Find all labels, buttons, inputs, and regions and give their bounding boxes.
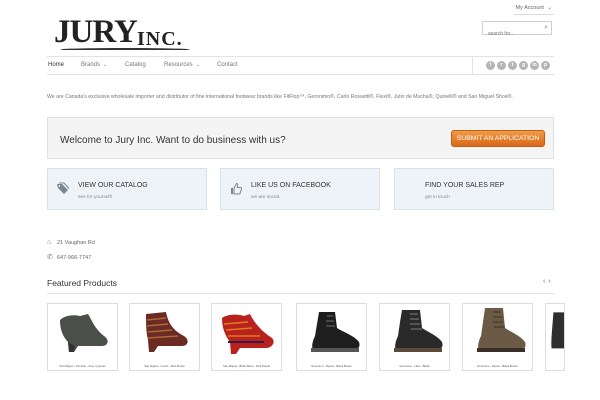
contact-phone: ✆ 647-966-7747 [47,253,91,261]
carousel-arrows: ‹› [543,278,554,285]
top-divider [514,14,554,15]
product-image [394,310,443,352]
linkedin-icon[interactable]: in [530,61,539,70]
product-card-partial[interactable] [545,303,565,371]
product-label: Geronimo - Ryans - Black Brown [477,364,518,368]
featured-products-title: Featured Products [47,278,117,288]
nav-home[interactable]: Home [48,62,64,68]
search-icon[interactable]: ⌕ [544,24,548,32]
phone-text: 647-966-7747 [57,255,92,261]
my-account-menu[interactable]: My Account ⌄ [516,4,552,11]
feature-title: FIND YOUR SALES REP [425,182,505,189]
product-label: San Miguel - Lunch - Red Purple [144,364,185,368]
feature-sales-rep[interactable]: FIND YOUR SALES REP get in touch [394,168,554,210]
address-text: 21 Vaughan Rd [57,240,95,246]
submit-application-button[interactable]: SUBMIT AN APPLICATION [451,130,545,147]
product-label: San Miguel - Bella Wave - Red Purple [223,364,270,368]
product-card[interactable]: Geronimo - Ryans - Black Brown [296,303,367,371]
feature-facebook[interactable]: LIKE US ON FACEBOOK we are social. [220,168,380,210]
chevron-down-icon: ⌄ [546,5,552,11]
feature-subtitle: get in touch [425,195,450,200]
nav-resources[interactable]: Resources ⌄ [164,62,200,68]
chevron-down-icon: ⌄ [103,62,108,68]
product-label: San Miguel - Ponchie - Grey Cypress [59,364,106,368]
product-image [477,308,526,352]
nav-home-label: Home [48,62,65,68]
logo-word-jury: JURY [54,14,138,50]
product-image [222,314,274,354]
googleplus-icon[interactable]: g [519,61,528,70]
pinterest-icon[interactable]: p [541,61,550,70]
home-icon: ⌂ [47,239,52,246]
nav-divider [472,56,473,75]
main-nav: Home Brands ⌄ Catalog Resources ⌄ Contact … [47,56,554,75]
feature-subtitle: see for yourself! [78,195,113,200]
product-label: Geronimo - Ryans - Black Brown [311,364,352,368]
tag-icon [57,182,70,194]
chevron-down-icon: ⌄ [195,62,200,68]
feature-title: VIEW OUR CATALOG [78,182,148,189]
product-card[interactable]: San Miguel - Bella Wave - Red Purple [211,303,282,371]
nav-brands-label: Brands [81,62,101,68]
product-image [311,312,360,352]
chevron-right-icon[interactable]: › [548,278,553,285]
welcome-cta: Welcome to Jury Inc. Want to do business… [47,117,554,159]
twitter-icon[interactable]: t [508,61,517,70]
feature-title: LIKE US ON FACEBOOK [251,182,331,189]
nav-contact[interactable]: Contact [217,62,238,68]
nav-contact-label: Contact [217,62,238,68]
rss-icon[interactable]: r [497,61,506,70]
product-image [551,312,564,349]
search-box[interactable]: ⌕ [482,21,552,40]
my-account-label: My Account [515,5,544,11]
product-card[interactable]: San Miguel - Lunch - Red Purple [129,303,200,371]
featured-divider [47,293,554,294]
product-card[interactable]: Geronimo - Ryans - Black Brown [462,303,533,371]
cta-text: Welcome to Jury Inc. Want to do business… [60,135,286,146]
product-label: Geronimo - Lilou - Black [399,364,430,368]
nav-catalog[interactable]: Catalog [125,62,146,68]
logo[interactable]: JURY INC. [54,12,204,50]
facebook-icon[interactable]: f [486,61,495,70]
intro-text: We are Canada's exclusive wholesale impo… [47,94,513,100]
contact-address: ⌂ 21 Vaughan Rd [47,239,95,246]
search-input[interactable] [483,28,539,40]
nav-resources-label: Resources [164,62,193,68]
nav-catalog-label: Catalog [125,62,146,68]
product-image [146,312,188,352]
thumbs-up-icon [231,182,243,195]
product-card[interactable]: San Miguel - Ponchie - Grey Cypress [47,303,118,371]
feature-view-catalog[interactable]: VIEW OUR CATALOG see for yourself! [47,168,207,210]
product-card[interactable]: Geronimo - Lilou - Black [379,303,450,371]
phone-icon: ✆ [47,254,53,261]
logo-swoosh [60,48,190,51]
feature-subtitle: we are social. [251,195,281,200]
product-image [60,314,108,352]
nav-brands[interactable]: Brands ⌄ [81,62,107,68]
